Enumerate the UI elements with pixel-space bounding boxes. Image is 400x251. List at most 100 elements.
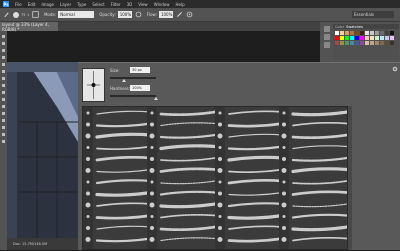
- tab-color[interactable]: Color: [335, 25, 344, 29]
- brush-tip-icon: [218, 157, 222, 161]
- menu-edit[interactable]: Edit: [28, 2, 36, 7]
- brush-stroke-preview: [227, 145, 285, 151]
- swatch[interactable]: [340, 31, 344, 35]
- menu-image[interactable]: Image: [41, 2, 54, 7]
- brush-stroke-preview: [160, 180, 216, 185]
- menu-window[interactable]: Window: [154, 2, 170, 7]
- swatch[interactable]: [340, 41, 344, 45]
- menu-view[interactable]: View: [138, 2, 148, 7]
- brush-stroke-preview: [95, 214, 153, 220]
- brush-tool-icon[interactable]: [2, 11, 10, 19]
- menu-help[interactable]: Help: [175, 2, 184, 7]
- swatch[interactable]: [370, 36, 374, 40]
- swatch[interactable]: [345, 41, 349, 45]
- properties-panel-icon[interactable]: [324, 34, 330, 40]
- swatch[interactable]: [350, 36, 354, 40]
- swatch[interactable]: [360, 41, 364, 45]
- brush-stroke-preview: [291, 156, 347, 162]
- brush-list-scrollbar[interactable]: [348, 106, 352, 250]
- swatch[interactable]: [385, 36, 389, 40]
- swatch[interactable]: [375, 36, 379, 40]
- history-panel-icon[interactable]: [324, 26, 330, 32]
- brush-tip-icon: [217, 237, 223, 242]
- swatch[interactable]: [355, 41, 359, 45]
- swatch[interactable]: [380, 36, 384, 40]
- swatch[interactable]: [360, 31, 364, 35]
- menu-select[interactable]: Select: [92, 2, 104, 7]
- brush-panel-icon[interactable]: [324, 42, 330, 48]
- brush-stroke-preview: [159, 190, 217, 196]
- swatch[interactable]: [375, 31, 379, 35]
- menu-layer[interactable]: Layer: [60, 2, 71, 7]
- swatch[interactable]: [345, 36, 349, 40]
- swatch[interactable]: [350, 31, 354, 35]
- swatch[interactable]: [360, 36, 364, 40]
- chevron-down-icon: ▾: [27, 12, 29, 17]
- swatch[interactable]: [380, 41, 384, 45]
- document-tab[interactable]: layout @ 33% (Layer 4, RGB/8) *: [0, 22, 58, 32]
- swatch[interactable]: [380, 31, 384, 35]
- swatch[interactable]: [335, 41, 339, 45]
- brush-tool-icon-active: [2, 84, 5, 87]
- workspace-switcher[interactable]: Essentials: [352, 11, 394, 18]
- hardness-slider[interactable]: [110, 95, 156, 97]
- swatch[interactable]: [355, 36, 359, 40]
- size-slider[interactable]: [110, 77, 156, 79]
- size-field[interactable]: 30 px: [130, 67, 150, 73]
- swatch[interactable]: [390, 41, 394, 45]
- brush-preset-picker[interactable]: 75 ▾: [13, 11, 29, 19]
- swatch[interactable]: [390, 31, 394, 35]
- menu-file[interactable]: File: [15, 2, 22, 7]
- tab-swatches[interactable]: Swatches: [346, 25, 363, 29]
- settings-gear-icon[interactable]: [392, 66, 398, 73]
- menu-bar: Ps File Edit Image Layer Type Select Fil…: [0, 0, 400, 8]
- pressure-opacity-icon[interactable]: [135, 11, 143, 19]
- pressure-size-icon[interactable]: [186, 11, 194, 19]
- brush-stroke-preview: [159, 202, 217, 209]
- swatch[interactable]: [365, 41, 369, 45]
- brush-tip-icon: [281, 202, 287, 208]
- swatch[interactable]: [335, 36, 339, 40]
- brush-stroke-preview: [159, 144, 217, 151]
- brush-stroke-preview: [96, 168, 152, 173]
- brush-tip-icon: [150, 180, 154, 184]
- swatch[interactable]: [345, 31, 349, 35]
- brush-stroke-preview: [228, 225, 284, 230]
- swatch[interactable]: [370, 41, 374, 45]
- brush-tip-icon: [150, 157, 154, 161]
- document-canvas[interactable]: [7, 62, 78, 238]
- menu-3d[interactable]: 3D: [127, 2, 133, 7]
- brush-tip-icon: [150, 226, 154, 230]
- hardness-field[interactable]: 100%: [130, 85, 150, 91]
- swatch[interactable]: [370, 31, 374, 35]
- brush-tip-icon: [150, 122, 154, 127]
- swatch[interactable]: [385, 41, 389, 45]
- brush-tip-icon: [282, 146, 286, 149]
- brush-tip-icon: [282, 122, 286, 127]
- swatch[interactable]: [365, 36, 369, 40]
- swatch[interactable]: [335, 31, 339, 35]
- move-tool-icon: [2, 35, 5, 38]
- brush-preset-list[interactable]: [82, 106, 348, 250]
- swatch[interactable]: [355, 31, 359, 35]
- brush-panel-toggle-icon[interactable]: [32, 11, 40, 19]
- brush-stroke-preview: [160, 213, 216, 219]
- flow-field[interactable]: 100%: [158, 11, 173, 18]
- opacity-field[interactable]: 100%: [117, 11, 132, 18]
- swatch[interactable]: [375, 41, 379, 45]
- mode-dropdown[interactable]: Normal: [58, 11, 95, 18]
- brush-tip-icon: [86, 122, 90, 127]
- swatch[interactable]: [365, 31, 369, 35]
- swatch[interactable]: [390, 36, 394, 40]
- menu-filter[interactable]: Filter: [111, 2, 121, 7]
- menu-type[interactable]: Type: [77, 2, 86, 7]
- brush-stroke-preview: [291, 167, 347, 174]
- swatch[interactable]: [350, 41, 354, 45]
- swatch[interactable]: [385, 31, 389, 35]
- size-slider-knob[interactable]: [121, 79, 126, 82]
- hardness-slider-knob[interactable]: [154, 97, 158, 100]
- swatch[interactable]: [340, 36, 344, 40]
- brush-tip-icon: [281, 133, 287, 139]
- airbrush-icon[interactable]: [176, 11, 184, 19]
- brush-tip-icon: [86, 215, 90, 218]
